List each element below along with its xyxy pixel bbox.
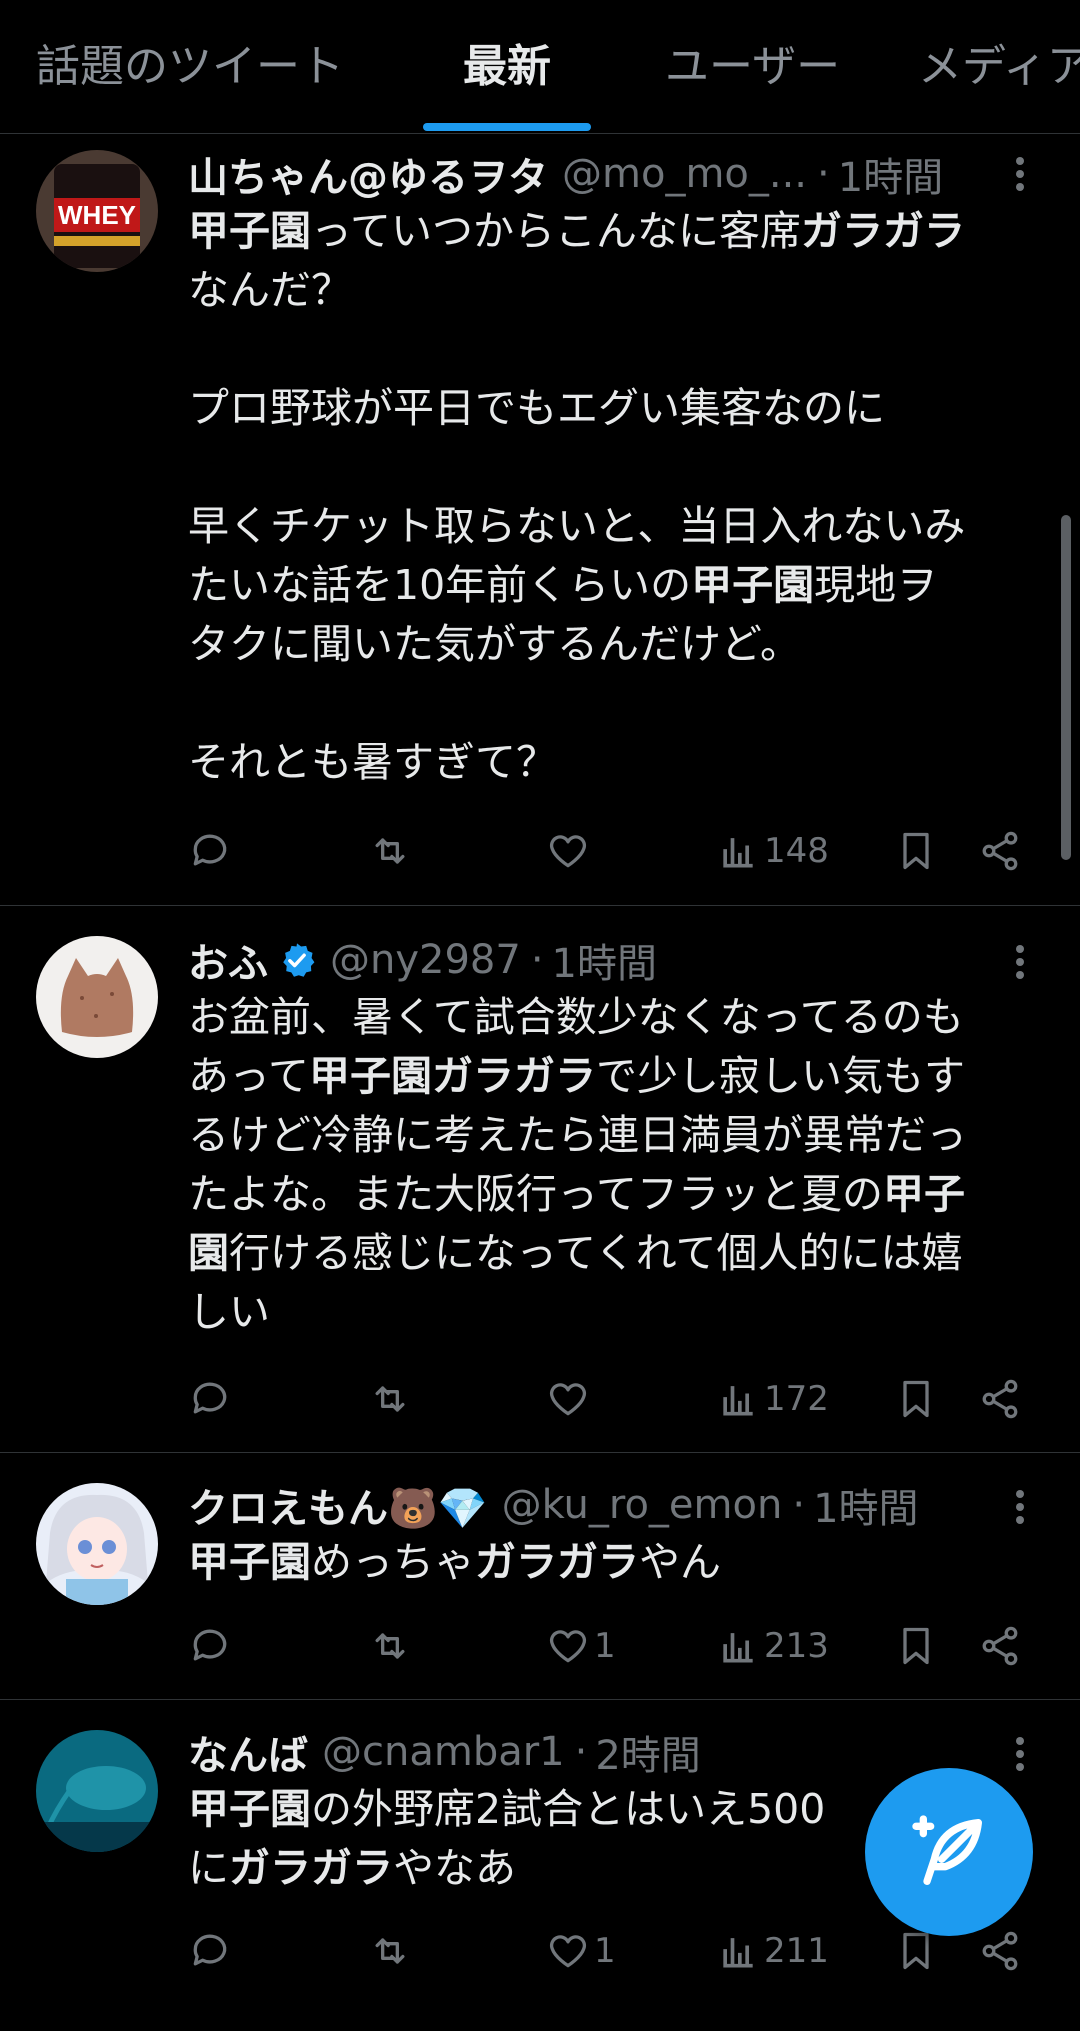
search-tabs: 話題のツイート 最新 ユーザー メディア xyxy=(0,0,1080,134)
separator-dot: · xyxy=(574,1729,588,1775)
timestamp[interactable]: 1時間 xyxy=(552,931,657,989)
views-icon[interactable]: 148 xyxy=(716,826,829,876)
share-icon[interactable] xyxy=(978,1621,1022,1671)
like-icon[interactable]: 1 xyxy=(546,1621,616,1671)
like-icon[interactable]: 1 xyxy=(546,1926,616,1976)
user-handle[interactable]: @ku_ro_emon xyxy=(502,1482,783,1528)
verified-badge-icon xyxy=(278,941,316,979)
timestamp[interactable]: 2時間 xyxy=(595,1723,700,1781)
user-handle[interactable]: @ny2987 xyxy=(330,937,521,983)
share-icon[interactable] xyxy=(978,826,1022,876)
scrollbar[interactable] xyxy=(1061,515,1071,860)
separator-dot: · xyxy=(792,1482,806,1528)
retweet-icon[interactable] xyxy=(368,1374,412,1424)
tab-people[interactable]: ユーザー xyxy=(665,30,840,94)
tweet-actions: 1 211 xyxy=(188,1926,1038,1976)
retweet-icon[interactable] xyxy=(368,826,412,876)
tweet[interactable]: クロえもん🐻💎 @ku_ro_emon · 1時間 甲子園めっちゃガラガラやん … xyxy=(0,1453,1080,1700)
tweet-actions: 1 213 xyxy=(188,1621,1038,1671)
more-options-icon[interactable] xyxy=(1005,1485,1035,1531)
tweet-actions: 172 xyxy=(188,1374,1038,1424)
separator-dot: · xyxy=(530,937,544,983)
user-name[interactable]: なんば xyxy=(188,1723,308,1781)
avatar[interactable] xyxy=(36,936,158,1058)
tweet-actions: 148 xyxy=(188,826,1038,876)
bookmark-icon[interactable] xyxy=(894,826,938,876)
bookmark-icon[interactable] xyxy=(894,1374,938,1424)
user-handle[interactable]: @cnambar1 xyxy=(322,1729,565,1775)
compose-tweet-button[interactable] xyxy=(865,1768,1033,1936)
bookmark-icon[interactable] xyxy=(894,1621,938,1671)
views-icon[interactable]: 211 xyxy=(716,1926,829,1976)
view-count: 213 xyxy=(764,1626,829,1666)
more-options-icon[interactable] xyxy=(1005,940,1035,986)
avatar[interactable] xyxy=(36,1483,158,1605)
like-icon[interactable] xyxy=(546,1374,594,1424)
view-count: 148 xyxy=(764,831,829,871)
more-options-icon[interactable] xyxy=(1005,1732,1035,1778)
share-icon[interactable] xyxy=(978,1374,1022,1424)
more-options-icon[interactable] xyxy=(1005,152,1035,198)
reply-icon[interactable] xyxy=(188,826,232,876)
tab-media[interactable]: メディア xyxy=(918,30,1080,94)
tweet-text: 甲子園っていつからこんなに客席ガラガラ なんだ？ プロ野球が平日でもエグい集客な… xyxy=(188,207,966,786)
user-name[interactable]: クロえもん🐻💎 xyxy=(188,1476,488,1534)
tweet[interactable]: おふ @ny2987 · 1時間 お盆前、暑くて試合数少なくなってるのも あって… xyxy=(0,906,1080,1453)
compose-tweet-icon xyxy=(912,1815,982,1885)
tweet-text: お盆前、暑くて試合数少なくなってるのも あって甲子園ガラガラで少し寂しい気もす … xyxy=(188,993,967,1336)
like-count: 1 xyxy=(594,1626,616,1666)
view-count: 172 xyxy=(764,1379,829,1419)
avatar[interactable] xyxy=(36,1730,158,1852)
view-count: 211 xyxy=(764,1931,829,1971)
active-tab-indicator xyxy=(423,123,591,131)
tab-latest[interactable]: 最新 xyxy=(463,30,551,94)
tweet[interactable]: WHEY 山ちゃん@ゆるヲタ @mo_mo_... · 1時間 甲子園っていつか… xyxy=(0,134,1080,906)
avatar[interactable]: WHEY xyxy=(36,150,158,272)
retweet-icon[interactable] xyxy=(368,1926,412,1976)
views-icon[interactable]: 172 xyxy=(716,1374,829,1424)
timestamp[interactable]: 1時間 xyxy=(813,1476,918,1534)
user-name[interactable]: 山ちゃん@ゆるヲタ xyxy=(188,145,548,203)
share-icon[interactable] xyxy=(978,1926,1022,1976)
user-handle[interactable]: @mo_mo_... xyxy=(562,151,807,197)
reply-icon[interactable] xyxy=(188,1621,232,1671)
reply-icon[interactable] xyxy=(188,1926,232,1976)
separator-dot: · xyxy=(817,151,830,197)
like-icon[interactable] xyxy=(546,826,594,876)
tab-top[interactable]: 話題のツイート xyxy=(36,30,344,94)
retweet-icon[interactable] xyxy=(368,1621,412,1671)
like-count: 1 xyxy=(594,1931,616,1971)
reply-icon[interactable] xyxy=(188,1374,232,1424)
tweet-text: 甲子園めっちゃガラガラやん xyxy=(188,1538,721,1586)
svg-text:WHEY: WHEY xyxy=(58,200,136,230)
user-name[interactable]: おふ xyxy=(188,931,268,989)
timestamp[interactable]: 1時間 xyxy=(838,145,943,203)
views-icon[interactable]: 213 xyxy=(716,1621,829,1671)
